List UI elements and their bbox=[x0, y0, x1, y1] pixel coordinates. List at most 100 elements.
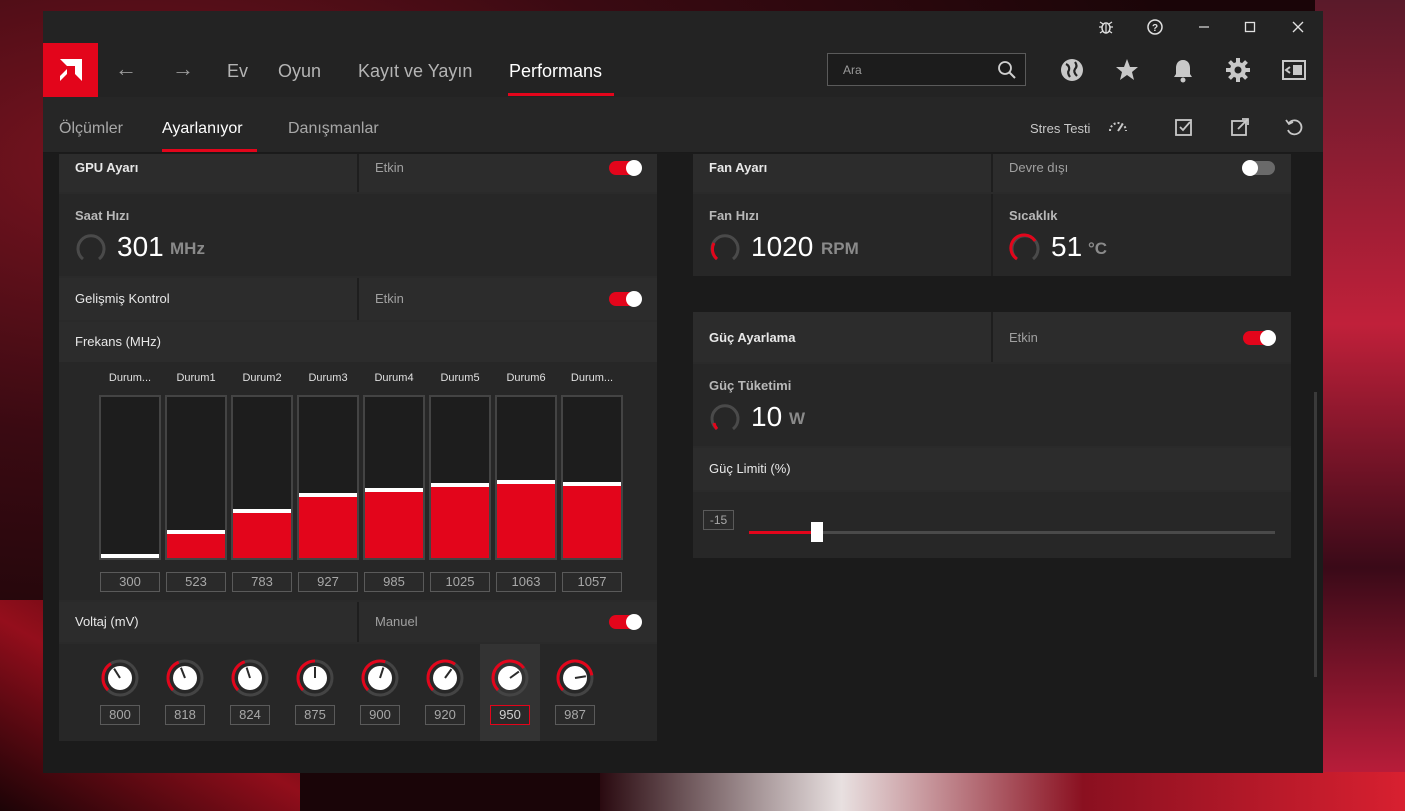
frequency-state-value[interactable]: 1057 bbox=[562, 572, 622, 592]
clock-speed-label: Saat Hızı bbox=[75, 208, 130, 223]
voltage-state-value[interactable]: 824 bbox=[230, 705, 270, 725]
forward-arrow-icon[interactable]: → bbox=[170, 56, 196, 82]
voltage-state-value[interactable]: 920 bbox=[425, 705, 465, 725]
gpu-tuning-header: GPU Ayarı Etkin bbox=[59, 154, 657, 192]
power-limit-slider-thumb[interactable] bbox=[811, 522, 823, 542]
frequency-state-value[interactable]: 927 bbox=[298, 572, 358, 592]
import-profile-icon[interactable] bbox=[1173, 116, 1195, 138]
bell-icon[interactable] bbox=[1169, 56, 1197, 84]
help-icon[interactable]: ? bbox=[1132, 11, 1178, 43]
frequency-state-name: Durum1 bbox=[176, 372, 216, 384]
nav-item-performance[interactable]: Performans bbox=[509, 61, 602, 82]
frequency-label: Frekans (MHz) bbox=[75, 334, 161, 349]
minimize-icon[interactable] bbox=[1181, 11, 1227, 43]
frequency-state-bar[interactable] bbox=[561, 395, 623, 560]
frequency-state-handle[interactable] bbox=[497, 480, 555, 484]
frequency-state-handle[interactable] bbox=[299, 493, 357, 497]
frequency-state-handle[interactable] bbox=[167, 530, 225, 534]
voltage-knob-6[interactable] bbox=[490, 658, 530, 698]
frequency-header-row: Frekans (MHz) bbox=[59, 322, 657, 362]
frequency-state-handle[interactable] bbox=[563, 482, 621, 486]
temperature-unit: °C bbox=[1088, 239, 1108, 258]
reset-icon[interactable] bbox=[1283, 116, 1305, 138]
frequency-state-handle[interactable] bbox=[365, 488, 423, 492]
amd-logo[interactable] bbox=[43, 43, 98, 97]
voltage-knob-5[interactable] bbox=[425, 658, 465, 698]
nav-item-gaming[interactable]: Oyun bbox=[278, 61, 321, 82]
voltage-knob-7[interactable] bbox=[555, 658, 595, 698]
nav-item-record-stream[interactable]: Kayıt ve Yayın bbox=[358, 61, 472, 82]
voltage-state-value[interactable]: 987 bbox=[555, 705, 595, 725]
voltage-state-value[interactable]: 900 bbox=[360, 705, 400, 725]
gpu-tuning-toggle[interactable] bbox=[609, 160, 642, 176]
power-limit-slider[interactable] bbox=[749, 522, 1275, 542]
gpu-tuning-panel: GPU Ayarı Etkin Saat Hızı 301 MHz Gelişm… bbox=[59, 154, 657, 741]
voltage-knob-4[interactable] bbox=[360, 658, 400, 698]
frequency-state-handle[interactable] bbox=[431, 483, 489, 487]
power-tuning-toggle[interactable] bbox=[1243, 330, 1276, 346]
frequency-state-value[interactable]: 783 bbox=[232, 572, 292, 592]
nav-item-home[interactable]: Ev bbox=[227, 61, 248, 82]
power-limit-value[interactable]: -15 bbox=[703, 510, 734, 530]
fan-tuning-toggle[interactable] bbox=[1242, 160, 1275, 176]
frequency-state-bar[interactable] bbox=[165, 395, 227, 560]
fan-tuning-status: Devre dışı bbox=[1009, 160, 1069, 175]
fan-metrics-row: Fan Hızı 1020 RPM Sıcaklık 51 °C bbox=[693, 194, 1291, 276]
frequency-state-bar[interactable] bbox=[495, 395, 557, 560]
advanced-control-row: Gelişmiş Kontrol Etkin bbox=[59, 278, 657, 320]
clock-speed-row: Saat Hızı 301 MHz bbox=[59, 194, 657, 276]
advanced-control-toggle[interactable] bbox=[609, 291, 642, 307]
bug-icon[interactable] bbox=[1083, 11, 1129, 43]
content-scrollbar[interactable] bbox=[1314, 392, 1317, 677]
frequency-state-value[interactable]: 985 bbox=[364, 572, 424, 592]
frequency-state-name: Durum5 bbox=[440, 372, 480, 384]
advanced-control-status: Etkin bbox=[375, 291, 404, 306]
tab-advisors[interactable]: Danışmanlar bbox=[288, 120, 379, 138]
voltage-state-value[interactable]: 800 bbox=[100, 705, 140, 725]
voltage-state-value[interactable]: 875 bbox=[295, 705, 335, 725]
voltage-mode: Manuel bbox=[375, 614, 418, 629]
voltage-knob-0[interactable] bbox=[100, 658, 140, 698]
stress-test-label[interactable]: Stres Testi bbox=[1030, 121, 1090, 136]
voltage-knob-1[interactable] bbox=[165, 658, 205, 698]
gear-icon[interactable] bbox=[1224, 56, 1252, 84]
voltage-state-value[interactable]: 818 bbox=[165, 705, 205, 725]
voltage-knob-3[interactable] bbox=[295, 658, 335, 698]
voltage-knob-2[interactable] bbox=[230, 658, 270, 698]
temperature-label: Sıcaklık bbox=[1009, 208, 1058, 223]
close-icon[interactable] bbox=[1275, 11, 1321, 43]
power-tuning-panel: Güç Ayarlama Etkin Güç Tüketimi 10 W Güç… bbox=[693, 312, 1291, 558]
frequency-state-name: Durum3 bbox=[308, 372, 348, 384]
frequency-state-handle[interactable] bbox=[233, 509, 291, 513]
frequency-state-bar[interactable] bbox=[429, 395, 491, 560]
title-bar: ? bbox=[43, 11, 1323, 43]
export-profile-icon[interactable] bbox=[1229, 116, 1251, 138]
frequency-state-value[interactable]: 523 bbox=[166, 572, 226, 592]
sub-nav: Ölçümler Ayarlanıyor Danışmanlar Stres T… bbox=[43, 97, 1323, 153]
voltage-toggle[interactable] bbox=[609, 614, 642, 630]
star-icon[interactable] bbox=[1113, 56, 1141, 84]
tab-metrics[interactable]: Ölçümler bbox=[59, 120, 123, 138]
frequency-states: Durum... 300 Durum1 523 Durum2 783 Durum3 927 Du… bbox=[59, 362, 657, 600]
frequency-state-bar[interactable] bbox=[99, 395, 161, 560]
frequency-state-6: Durum6 1063 bbox=[494, 372, 558, 594]
search-icon[interactable] bbox=[997, 60, 1017, 80]
frequency-state-bar[interactable] bbox=[231, 395, 293, 560]
frequency-state-value[interactable]: 300 bbox=[100, 572, 160, 592]
voltage-state-value[interactable]: 950 bbox=[490, 705, 530, 725]
maximize-icon[interactable] bbox=[1227, 11, 1273, 43]
frequency-state-bar[interactable] bbox=[297, 395, 359, 560]
gpu-tuning-status: Etkin bbox=[375, 160, 404, 175]
frequency-state-value[interactable]: 1063 bbox=[496, 572, 556, 592]
frequency-state-value[interactable]: 1025 bbox=[430, 572, 490, 592]
frequency-state-handle[interactable] bbox=[101, 554, 159, 558]
speedometer-icon[interactable] bbox=[1107, 116, 1129, 138]
fan-tuning-header: Fan Ayarı Devre dışı bbox=[693, 154, 1291, 192]
search-input[interactable]: Ara bbox=[827, 53, 1026, 86]
back-arrow-icon[interactable]: ← bbox=[113, 56, 139, 82]
tab-tuning[interactable]: Ayarlanıyor bbox=[162, 120, 243, 138]
globe-icon[interactable] bbox=[1058, 56, 1086, 84]
frequency-state-bar[interactable] bbox=[363, 395, 425, 560]
overlay-panel-icon[interactable] bbox=[1280, 56, 1308, 84]
clock-gauge-icon bbox=[76, 234, 106, 261]
